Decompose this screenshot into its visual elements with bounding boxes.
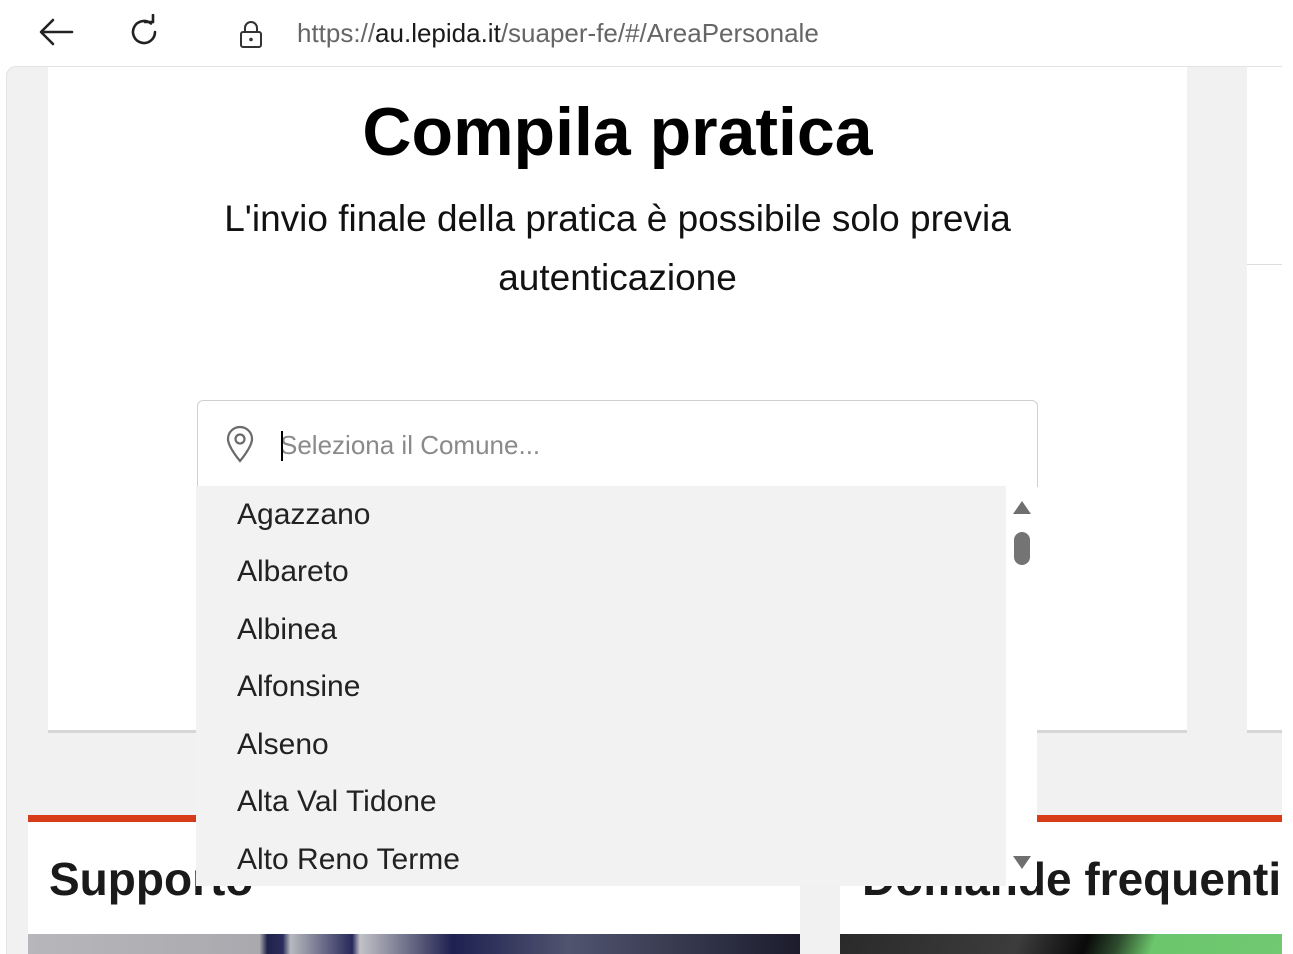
comune-dropdown[interactable]: Agazzano Albareto Albinea Alfonsine Alse… bbox=[196, 486, 1037, 886]
address-bar[interactable]: https://au.lepida.it/suaper-fe/#/AreaPer… bbox=[200, 6, 1293, 62]
comune-option[interactable]: Albinea bbox=[196, 601, 1006, 659]
reload-button[interactable] bbox=[122, 10, 166, 54]
comune-option[interactable]: Alto Reno Terme bbox=[196, 831, 1006, 886]
url-path: /suaper-fe/#/AreaPersonale bbox=[500, 18, 819, 48]
dropdown-scrollbar[interactable] bbox=[1006, 486, 1037, 886]
url-host: au.lepida.it bbox=[375, 18, 501, 48]
page-viewport: Compila pratica L'invio finale della pra… bbox=[6, 66, 1282, 954]
faq-image bbox=[840, 934, 1282, 954]
comune-select[interactable] bbox=[197, 400, 1038, 487]
browser-toolbar: https://au.lepida.it/suaper-fe/#/AreaPer… bbox=[0, 0, 1293, 66]
support-image bbox=[28, 934, 800, 954]
map-pin-icon bbox=[226, 425, 254, 463]
comune-option[interactable]: Alseno bbox=[196, 716, 1006, 774]
reload-icon bbox=[131, 14, 157, 45]
page-subtitle: L'invio finale della pratica è possibile… bbox=[224, 198, 1011, 298]
side-card bbox=[1247, 67, 1282, 733]
comune-option[interactable]: Albareto bbox=[196, 543, 1006, 601]
comune-option[interactable]: Agazzano bbox=[196, 486, 1006, 543]
comune-options-list[interactable]: Agazzano Albareto Albinea Alfonsine Alse… bbox=[196, 486, 1006, 886]
url-text[interactable]: https://au.lepida.it/suaper-fe/#/AreaPer… bbox=[297, 18, 819, 49]
url-scheme: https:// bbox=[297, 18, 376, 48]
scroll-up-arrow-icon[interactable] bbox=[1013, 501, 1031, 514]
lock-icon[interactable] bbox=[236, 20, 266, 50]
side-card-divider bbox=[1247, 264, 1282, 265]
scroll-down-arrow-icon[interactable] bbox=[1013, 856, 1031, 869]
comune-option[interactable]: Alta Val Tidone bbox=[196, 773, 1006, 831]
comune-option[interactable]: Alfonsine bbox=[196, 658, 1006, 716]
arrow-left-icon bbox=[39, 18, 74, 46]
text-caret bbox=[281, 431, 283, 461]
back-button[interactable] bbox=[34, 10, 78, 54]
scrollbar-thumb[interactable] bbox=[1014, 532, 1030, 565]
comune-search-input[interactable] bbox=[280, 425, 980, 465]
page-title: Compila pratica bbox=[362, 94, 873, 170]
